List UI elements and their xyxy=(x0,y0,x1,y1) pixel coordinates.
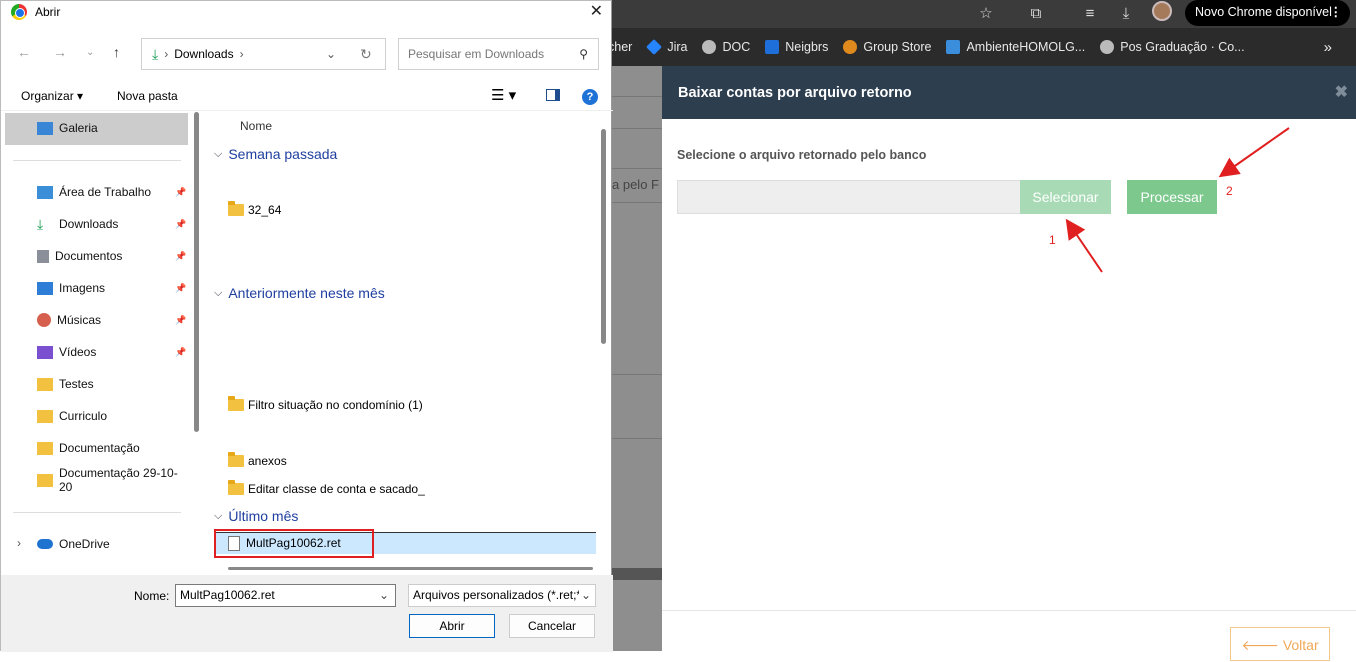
refresh-icon[interactable]: ↻ xyxy=(360,46,372,63)
download-icon: ⤓ xyxy=(37,215,44,232)
recent-chevron-icon[interactable]: ⌄ xyxy=(86,47,94,58)
pin-icon: 📌 xyxy=(175,315,187,325)
nav-item-videos[interactable]: Vídeos xyxy=(37,340,96,364)
file-row[interactable]: anexos xyxy=(228,451,287,471)
name-label: Nome: xyxy=(134,589,170,603)
annotation-1: 1 xyxy=(1049,233,1056,247)
horizontal-scrollbar[interactable] xyxy=(228,567,593,570)
folder-icon xyxy=(37,409,53,423)
dialog-title: Abrir xyxy=(35,5,61,19)
back-arrow-icon[interactable]: ← xyxy=(17,44,31,60)
search-icon: ⚲ xyxy=(579,47,588,61)
folder-icon xyxy=(228,201,244,216)
nav-scrollbar[interactable] xyxy=(194,112,199,432)
download-folder-icon: ⤓ xyxy=(152,45,159,62)
breadcrumb-separator-icon: › xyxy=(164,47,169,61)
file-row[interactable]: Filtro situação no condomínio (1) xyxy=(228,395,423,415)
file-row[interactable]: Editar classe de conta e sacado_ xyxy=(228,479,425,499)
nav-item-imagens[interactable]: Imagens xyxy=(37,276,105,300)
nav-item-documentacao[interactable]: Documentação xyxy=(37,436,140,460)
folder-icon xyxy=(37,377,53,391)
search-input[interactable]: Pesquisar em Downloads ⚲ xyxy=(398,38,599,70)
pin-icon: 📌 xyxy=(175,283,187,293)
address-bar[interactable]: ⤓ › Downloads › ⌄ ↻ xyxy=(141,38,386,70)
video-icon xyxy=(37,345,53,359)
navigation-pane: Galeria Área de Trabalho 📌 ⤓ Downloads 📌 … xyxy=(1,112,191,574)
collapse-chevron-icon: ⌵ xyxy=(214,147,223,160)
cloud-icon xyxy=(37,539,53,549)
pin-icon: 📌 xyxy=(175,187,187,197)
breadcrumb-chevron-icon[interactable]: › xyxy=(240,47,244,61)
nav-item-onedrive[interactable]: OneDrive xyxy=(37,532,110,556)
file-list-scrollbar[interactable] xyxy=(601,129,606,344)
group-last-month[interactable]: ⌵ Último mês xyxy=(214,508,298,524)
pin-icon: 📌 xyxy=(175,251,187,261)
folder-icon xyxy=(228,396,244,411)
pin-icon: 📌 xyxy=(175,347,187,357)
breadcrumb[interactable]: Downloads xyxy=(174,47,233,61)
column-header-name[interactable]: Nome xyxy=(240,119,272,133)
desktop-icon xyxy=(37,185,53,199)
file-type-select[interactable]: Arquivos personalizados (*.ret;* ⌄ xyxy=(408,584,596,607)
navigation-row: ← → ⌄ ↑ ⤓ › Downloads › ⌄ ↻ Pesquisar em… xyxy=(1,38,613,70)
file-list: Nome ⌵ Semana passada 32_64 ⌵ Anteriorment… xyxy=(206,112,596,572)
pin-icon: 📌 xyxy=(175,219,187,229)
document-icon xyxy=(37,249,49,263)
nav-item-galeria[interactable]: Galeria xyxy=(37,116,98,140)
forward-arrow-icon[interactable]: → xyxy=(53,44,67,60)
help-icon[interactable]: ? xyxy=(582,89,598,105)
file-row[interactable]: 32_64 xyxy=(228,200,281,220)
view-options-icon[interactable]: ☰ ▾ xyxy=(491,86,516,104)
folder-icon xyxy=(228,452,244,467)
annotation-2: 2 xyxy=(1226,184,1233,198)
nav-item-musicas[interactable]: Músicas xyxy=(37,308,101,332)
folder-icon xyxy=(37,441,53,455)
group-last-week[interactable]: ⌵ Semana passada xyxy=(214,146,337,162)
chevron-down-icon[interactable]: ⌄ xyxy=(379,585,389,606)
preview-pane-icon[interactable] xyxy=(546,89,560,101)
arrow-2 xyxy=(1218,127,1290,178)
group-earlier-this-month[interactable]: ⌵ Anteriormente neste mês xyxy=(214,285,385,301)
dialog-footer: Nome: MultPag10062.ret ⌄ Arquivos person… xyxy=(1,575,613,652)
collapse-chevron-icon: ⌵ xyxy=(214,509,223,522)
cancel-button[interactable]: Cancelar xyxy=(509,614,595,638)
command-bar: Organizar ▾ Nova pasta ☰ ▾ ? xyxy=(1,83,613,111)
open-button[interactable]: Abrir xyxy=(409,614,495,638)
collapse-chevron-icon: ⌵ xyxy=(214,286,223,299)
nav-item-documentos[interactable]: Documentos xyxy=(37,244,122,268)
close-icon[interactable]: ✕ xyxy=(590,1,603,21)
address-dropdown-icon[interactable]: ⌄ xyxy=(326,47,336,61)
up-arrow-icon[interactable]: ↑ xyxy=(113,44,120,60)
expand-chevron-icon[interactable]: › xyxy=(17,536,21,550)
nav-item-curriculo[interactable]: Curriculo xyxy=(37,404,107,428)
image-icon xyxy=(37,281,53,295)
arrow-1 xyxy=(1065,218,1103,273)
file-name-input[interactable]: MultPag10062.ret ⌄ xyxy=(175,584,396,607)
nav-item-testes[interactable]: Testes xyxy=(37,372,94,396)
nav-item-desktop[interactable]: Área de Trabalho xyxy=(37,180,151,204)
organize-button[interactable]: Organizar ▾ xyxy=(21,89,83,103)
nav-item-downloads[interactable]: ⤓ Downloads xyxy=(37,212,118,236)
chevron-down-icon[interactable]: ⌄ xyxy=(578,585,591,606)
new-folder-button[interactable]: Nova pasta xyxy=(117,89,178,103)
highlight-box xyxy=(214,529,374,558)
folder-icon xyxy=(228,480,244,495)
nav-item-documentacao-29[interactable]: Documentação 29-10-20 xyxy=(37,466,191,494)
dialog-titlebar: Abrir ✕ xyxy=(1,1,611,23)
open-file-dialog: Abrir ✕ ← → ⌄ ↑ ⤓ › Downloads › ⌄ ↻ Pesq… xyxy=(0,0,613,652)
gallery-icon xyxy=(37,121,53,135)
folder-icon xyxy=(37,473,53,487)
music-icon xyxy=(37,313,51,327)
chrome-icon xyxy=(11,4,27,20)
